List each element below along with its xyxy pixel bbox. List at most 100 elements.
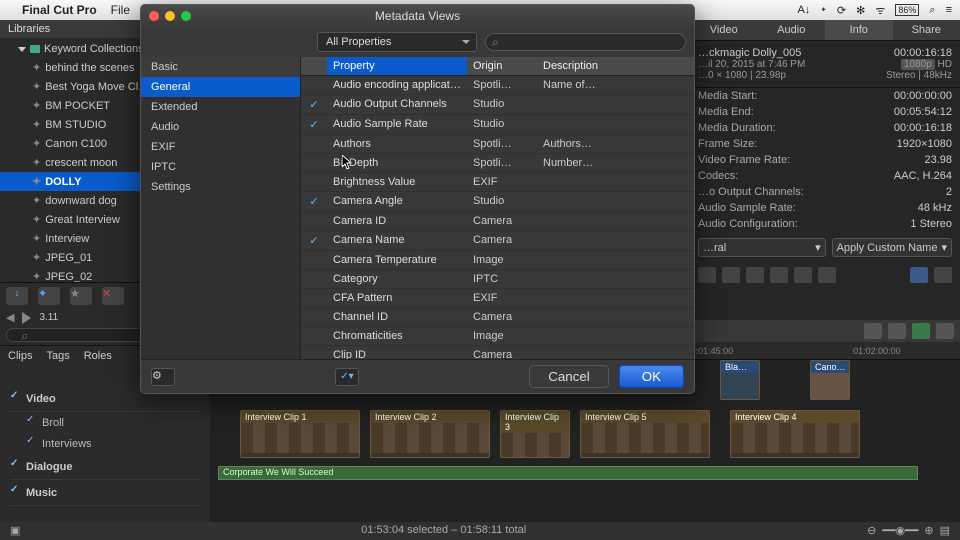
timeline-topclip-1[interactable]: Bla… [720, 360, 760, 400]
timeline-clip-1[interactable]: Interview Clip 1 [240, 410, 360, 458]
properties-search[interactable] [485, 33, 686, 51]
tl-tool-7[interactable] [912, 323, 930, 339]
roles-panel: Video Broll Interviews Dialogue Music [0, 380, 210, 522]
ok-button[interactable]: OK [619, 365, 684, 388]
tl-tool-5[interactable] [864, 323, 882, 339]
tab-audio[interactable]: Audio [758, 20, 826, 40]
timeline-clip-5[interactable]: Interview Clip 4 [730, 410, 860, 458]
inspector-panel: Video Audio Info Share …ckmagic Dolly_00… [690, 20, 960, 340]
property-row[interactable]: Brightness ValueEXIF [301, 173, 694, 192]
zoom-in-icon[interactable]: ⊕ [924, 524, 933, 537]
gear-icon[interactable]: ⚙ [151, 368, 175, 386]
timeline-topclip-2[interactable]: Cano… [810, 360, 850, 400]
property-row[interactable]: Camera IDCamera [301, 212, 694, 231]
properties-header: Property Origin Description [301, 57, 694, 76]
category-item[interactable]: Basic [141, 57, 300, 77]
property-row[interactable]: Channel IDCamera [301, 308, 694, 327]
property-row[interactable]: CategoryIPTC [301, 270, 694, 289]
property-row[interactable]: ✓Audio Output ChannelsStudio [301, 95, 694, 115]
tab-info[interactable]: Info [825, 20, 893, 40]
category-item[interactable]: EXIF [141, 137, 300, 157]
zoom-out-icon[interactable]: ⊖ [867, 524, 876, 537]
property-row[interactable]: Bit DepthSpotli…Number… [301, 154, 694, 173]
clip-appearance-icon[interactable]: ▤ [940, 524, 950, 537]
import-icon[interactable]: ↓ [6, 287, 28, 305]
prev-icon[interactable]: ◀ [6, 311, 14, 324]
category-item[interactable]: General [141, 77, 300, 97]
property-row[interactable]: Camera TemperatureImage [301, 251, 694, 270]
role-music[interactable]: Music [10, 480, 200, 506]
inspector-clip-header: …ckmagic Dolly_005 00:00:16:18 …il 20, 2… [690, 41, 960, 88]
category-list: BasicGeneralExtendedAudioEXIFIPTCSetting… [141, 57, 301, 359]
role-broll[interactable]: Broll [10, 412, 200, 433]
property-row[interactable]: ✓Camera NameCamera [301, 231, 694, 251]
property-row[interactable]: AuthorsSpotli…Authors… [301, 135, 694, 154]
category-item[interactable]: IPTC [141, 157, 300, 177]
minimize-icon[interactable] [165, 11, 175, 21]
favorite-icon[interactable]: ★ [70, 287, 92, 305]
timeline-clip-2[interactable]: Interview Clip 2 [370, 410, 490, 458]
metadata-views-dialog: Metadata Views All Properties BasicGener… [140, 4, 695, 394]
properties-filter-dropdown[interactable]: All Properties [317, 32, 477, 52]
insp-tool-7[interactable] [910, 267, 928, 283]
timeline-clip-3[interactable]: Interview Clip 3 [500, 410, 570, 458]
timeline-audio-clip[interactable]: Corporate We Will Succeed [218, 466, 918, 480]
insp-tool-2[interactable] [722, 267, 740, 283]
timeline-status: ▣ 01:53:04 selected – 01:58:11 total ⊖ ━… [0, 522, 960, 540]
insp-tool-5[interactable] [794, 267, 812, 283]
properties-table[interactable]: Property Origin Description Audio encodi… [301, 57, 694, 359]
inspector-row: Audio Configuration:1 Stereo [690, 216, 960, 232]
timeline-index-icon[interactable]: ▣ [2, 524, 20, 537]
toggle-all-checkbox[interactable]: ✓▾ [335, 368, 359, 386]
property-row[interactable]: ✓Camera AngleStudio [301, 192, 694, 212]
insp-tool-6[interactable] [818, 267, 836, 283]
inspector-row: Media End:00:05:54:12 [690, 104, 960, 120]
close-icon[interactable] [149, 11, 159, 21]
category-item[interactable]: Settings [141, 177, 300, 197]
inspector-row: …o Output Channels:2 [690, 184, 960, 200]
zoom-slider[interactable]: ━━◉━━ [882, 524, 918, 537]
cancel-button[interactable]: Cancel [529, 365, 609, 388]
insp-tool-4[interactable] [770, 267, 788, 283]
inspector-row: Frame Size:1920×1080 [690, 136, 960, 152]
tab-clips[interactable]: Clips [8, 350, 32, 362]
property-row[interactable]: ChromaticitiesImage [301, 327, 694, 346]
metadata-view-dropdown[interactable]: …ral▾ [698, 238, 826, 257]
zoom-icon[interactable] [181, 11, 191, 21]
category-item[interactable]: Extended [141, 97, 300, 117]
tab-video[interactable]: Video [690, 20, 758, 40]
play-icon[interactable] [22, 312, 31, 324]
insp-tool-1[interactable] [698, 267, 716, 283]
role-interviews[interactable]: Interviews [10, 433, 200, 454]
dialog-titlebar[interactable]: Metadata Views [141, 5, 694, 27]
property-row[interactable]: CFA PatternEXIF [301, 289, 694, 308]
tab-tags[interactable]: Tags [46, 350, 69, 362]
inspector-row: Audio Sample Rate:48 kHz [690, 200, 960, 216]
inspector-row: Media Start:00:00:00:00 [690, 88, 960, 104]
tab-roles[interactable]: Roles [84, 350, 112, 362]
tab-share[interactable]: Share [893, 20, 960, 40]
browser-tc: 3.11 [39, 312, 58, 323]
tl-tool-6[interactable] [888, 323, 906, 339]
app-menu[interactable]: Final Cut Pro [22, 3, 97, 17]
insp-tool-8[interactable] [934, 267, 952, 283]
reject-icon[interactable]: ✕ [102, 287, 124, 305]
property-row[interactable]: Audio encoding applicationSpotli…Name of… [301, 76, 694, 95]
clip-name: …ckmagic Dolly_005 [698, 47, 801, 59]
inspector-tabs: Video Audio Info Share [690, 20, 960, 41]
clip-tc: 00:00:16:18 [894, 47, 952, 59]
dialog-title: Metadata Views [141, 9, 694, 23]
keyword-icon[interactable]: ✦ [38, 287, 60, 305]
inspector-row: Codecs:AAC, H.264 [690, 168, 960, 184]
tl-tool-8[interactable] [936, 323, 954, 339]
role-dialogue[interactable]: Dialogue [10, 454, 200, 480]
menubar-status-icons: A↓᛭⟳✻ᯤ86%⌕≡ [797, 3, 952, 18]
insp-tool-3[interactable] [746, 267, 764, 283]
category-item[interactable]: Audio [141, 117, 300, 137]
inspector-row: Media Duration:00:00:16:18 [690, 120, 960, 136]
menu-file[interactable]: File [111, 3, 130, 17]
property-row[interactable]: ✓Audio Sample RateStudio [301, 115, 694, 135]
apply-custom-name-dropdown[interactable]: Apply Custom Name▾ [832, 238, 952, 257]
property-row[interactable]: Clip IDCamera [301, 346, 694, 359]
timeline-clip-4[interactable]: Interview Clip 5 [580, 410, 710, 458]
